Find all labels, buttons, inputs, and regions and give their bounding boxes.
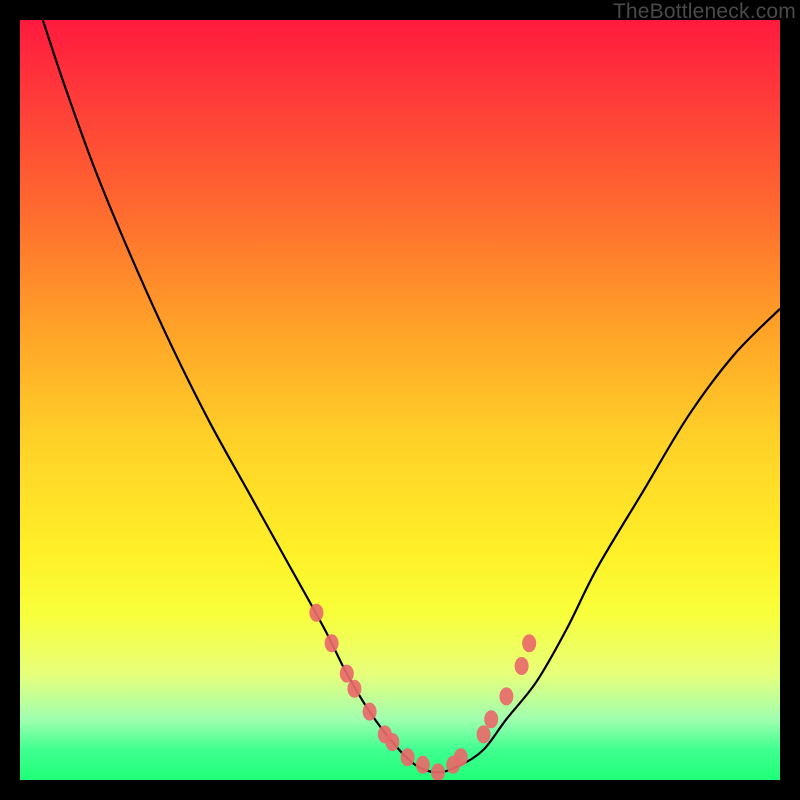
highlight-point (416, 756, 430, 774)
highlight-point (484, 710, 498, 728)
highlight-point (499, 687, 513, 705)
highlight-point (431, 763, 445, 780)
highlight-point (325, 634, 339, 652)
highlight-point (385, 733, 399, 751)
highlight-point (477, 725, 491, 743)
highlight-point (340, 665, 354, 683)
watermark-text: TheBottleneck.com (613, 0, 796, 24)
bottleneck-curve (43, 20, 780, 772)
highlight-point (454, 748, 468, 766)
highlight-point (363, 703, 377, 721)
highlight-point (309, 604, 323, 622)
highlight-point (522, 634, 536, 652)
chart-plot-area (20, 20, 780, 780)
chart-svg (20, 20, 780, 780)
highlight-point (347, 680, 361, 698)
highlight-point (401, 748, 415, 766)
highlight-markers (309, 604, 536, 780)
highlight-point (515, 657, 529, 675)
